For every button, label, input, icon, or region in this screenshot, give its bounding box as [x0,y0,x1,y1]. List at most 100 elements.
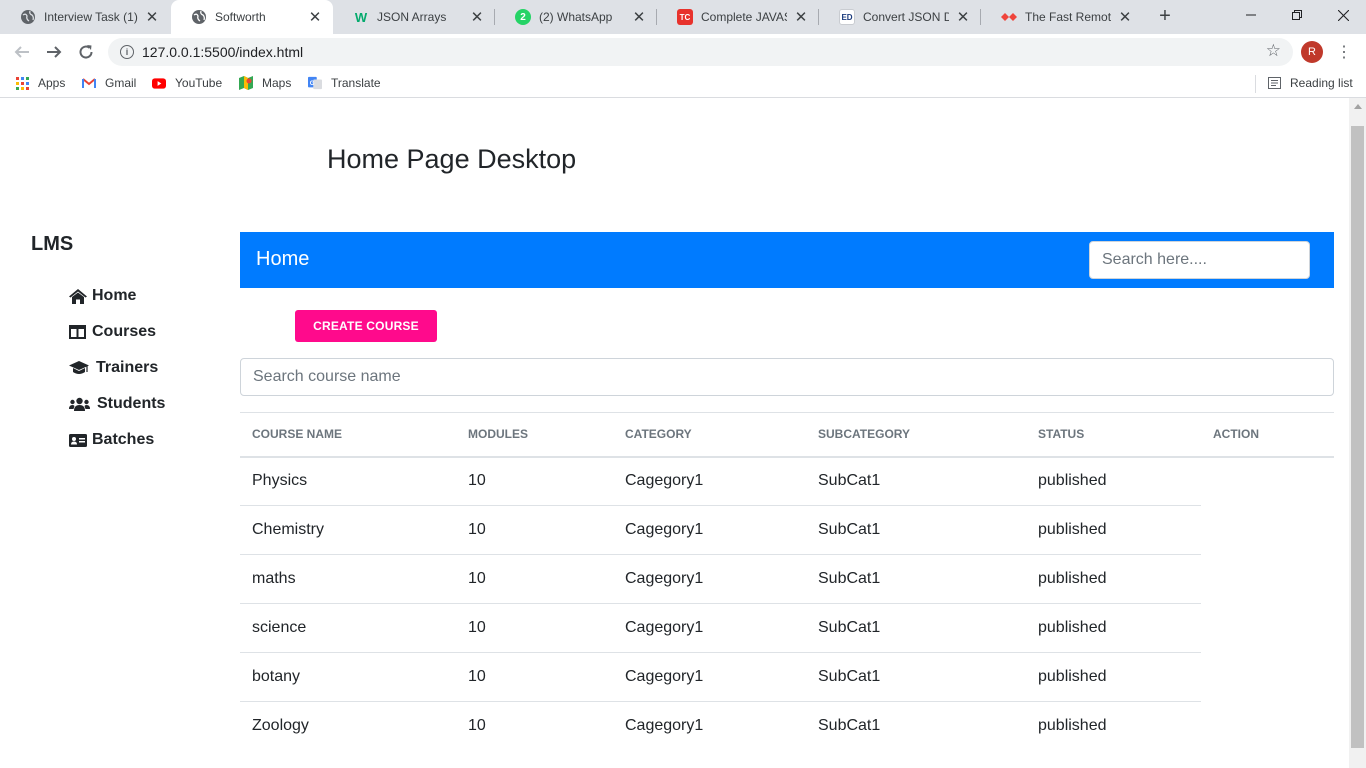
table-row[interactable]: botany 10 Cagegory1 SubCat1 published [240,652,1334,702]
arrow-left-icon [14,46,29,58]
table-row[interactable]: Chemistry 10 Cagegory1 SubCat1 published [240,505,1334,555]
status-cell: published [1026,554,1201,604]
category-cell: Cagegory1 [613,505,806,555]
sidebar-item-label: Trainers [96,359,159,376]
bookmark-label: Apps [38,76,66,90]
browser-tab[interactable]: ED Convert JSON Data ✕ [819,0,981,34]
page-scrollbar[interactable] [1349,98,1366,768]
restore-button[interactable] [1274,0,1320,30]
reload-icon [79,45,93,59]
reading-list-button[interactable]: Reading list [1267,76,1353,90]
subcategory-cell: SubCat1 [806,554,1026,604]
browser-tab[interactable]: Interview Task (1).p ✕ [0,0,170,34]
action-cell [1201,457,1334,506]
modules-cell: 10 [456,456,613,506]
url-text: 127.0.0.1:5500/index.html [142,44,304,60]
gmail-icon [82,76,96,90]
table-row[interactable]: maths 10 Cagegory1 SubCat1 published [240,554,1334,604]
subcategory-cell: SubCat1 [806,456,1026,506]
action-cell [1201,506,1334,555]
browser-tab-title: Interview Task (1).p [44,10,138,24]
address-bar[interactable]: i 127.0.0.1:5500/index.html ☆ [108,38,1293,66]
course-name-cell: Chemistry [240,505,456,555]
tc-icon: TC [677,9,693,25]
arrow-right-icon [47,46,62,58]
table-row[interactable]: Zoology 10 Cagegory1 SubCat1 published [240,702,1334,751]
course-name-cell: Zoology [252,717,309,735]
apps-grid-icon [15,76,29,90]
star-icon[interactable]: ☆ [1266,41,1281,61]
forward-button[interactable] [42,40,66,64]
scroll-up-arrow-icon[interactable] [1354,104,1362,109]
svg-text:G: G [310,80,315,87]
status-cell: published [1026,456,1201,506]
minimize-button[interactable] [1228,0,1274,30]
reload-button[interactable] [74,40,98,64]
close-icon[interactable]: ✕ [307,9,323,26]
create-course-button[interactable]: CREATE COURSE [295,310,437,342]
navbar-search-input[interactable] [1089,241,1310,279]
more-menu-icon[interactable]: ⋮ [1336,41,1352,63]
column-header: COURSE NAME [240,412,456,458]
bookmark-label: YouTube [175,76,223,90]
course-search-input[interactable] [240,358,1334,396]
sidebar-item-label: Home [92,287,137,304]
profile-avatar[interactable]: R [1301,41,1323,63]
reading-list-icon [1267,76,1281,90]
close-icon[interactable]: ✕ [793,9,809,26]
sidebar-item-courses[interactable]: Courses [69,314,165,350]
action-cell [1201,604,1334,653]
close-icon[interactable]: ✕ [144,9,160,26]
modules-cell: 10 [456,505,613,555]
close-icon[interactable]: ✕ [469,9,485,26]
bookmark-gmail[interactable]: Gmail [82,76,136,90]
new-tab-button[interactable]: + [1154,5,1176,27]
sidebar-item-students[interactable]: Students [69,386,165,422]
w3schools-icon: W [354,9,368,25]
browser-tab-strip: Interview Task (1).p ✕ Softworth ✕ W JSO… [0,0,1366,34]
bookmark-youtube[interactable]: YouTube [152,76,222,90]
column-header: ACTION [1201,412,1334,458]
browser-tab[interactable]: 2 (2) WhatsApp ✕ [495,0,657,34]
table-row[interactable]: science 10 Cagegory1 SubCat1 published [240,603,1334,653]
modules-cell: 10 [456,554,613,604]
bookmark-apps[interactable]: Apps [15,76,65,90]
browser-tab-title: JSON Arrays [377,10,447,24]
close-icon[interactable]: ✕ [1117,9,1133,26]
bookmark-translate[interactable]: G Translate [308,76,381,90]
id-card-icon [69,432,89,448]
info-icon[interactable]: i [120,45,134,59]
sidebar-item-trainers[interactable]: Trainers [69,350,165,386]
browser-tab-active[interactable]: Softworth ✕ [171,0,333,34]
browser-tab[interactable]: TC Complete JAVASCR ✕ [657,0,819,34]
page-title: Home Page Desktop [327,144,577,174]
course-name-cell: botany [240,652,456,702]
close-icon[interactable]: ✕ [631,9,647,26]
browser-tab[interactable]: W JSON Arrays ✕ [333,0,495,34]
navbar-title[interactable]: Home [256,248,309,271]
close-icon[interactable]: ✕ [955,9,971,26]
browser-tab[interactable]: The Fast Remote D ✕ [981,0,1143,34]
category-cell: Cagegory1 [613,456,806,506]
modules-cell: 10 [468,717,486,735]
table-row[interactable]: Physics 10 Cagegory1 SubCat1 published [240,456,1334,506]
course-name-cell: Physics [240,456,456,506]
back-button[interactable] [10,40,34,64]
sidebar-item-batches[interactable]: Batches [69,422,165,458]
action-cell [1201,653,1334,702]
browser-tab-title: (2) WhatsApp [539,10,613,24]
whatsapp-icon: 2 [515,9,531,25]
category-cell: Cagegory1 [625,717,704,735]
subcategory-cell: SubCat1 [806,603,1026,653]
window-close-button[interactable] [1320,0,1366,30]
sidebar-item-label: Students [97,395,166,412]
subcategory-cell: SubCat1 [806,505,1026,555]
youtube-icon [152,76,166,90]
bookmark-maps[interactable]: Maps [239,76,291,90]
translate-icon: G [308,76,322,90]
sidebar-item-home[interactable]: Home [69,278,165,314]
status-cell: published [1026,505,1201,555]
graduation-cap-icon [69,360,93,376]
scrollbar-thumb[interactable] [1351,126,1364,748]
category-cell: Cagegory1 [613,603,806,653]
